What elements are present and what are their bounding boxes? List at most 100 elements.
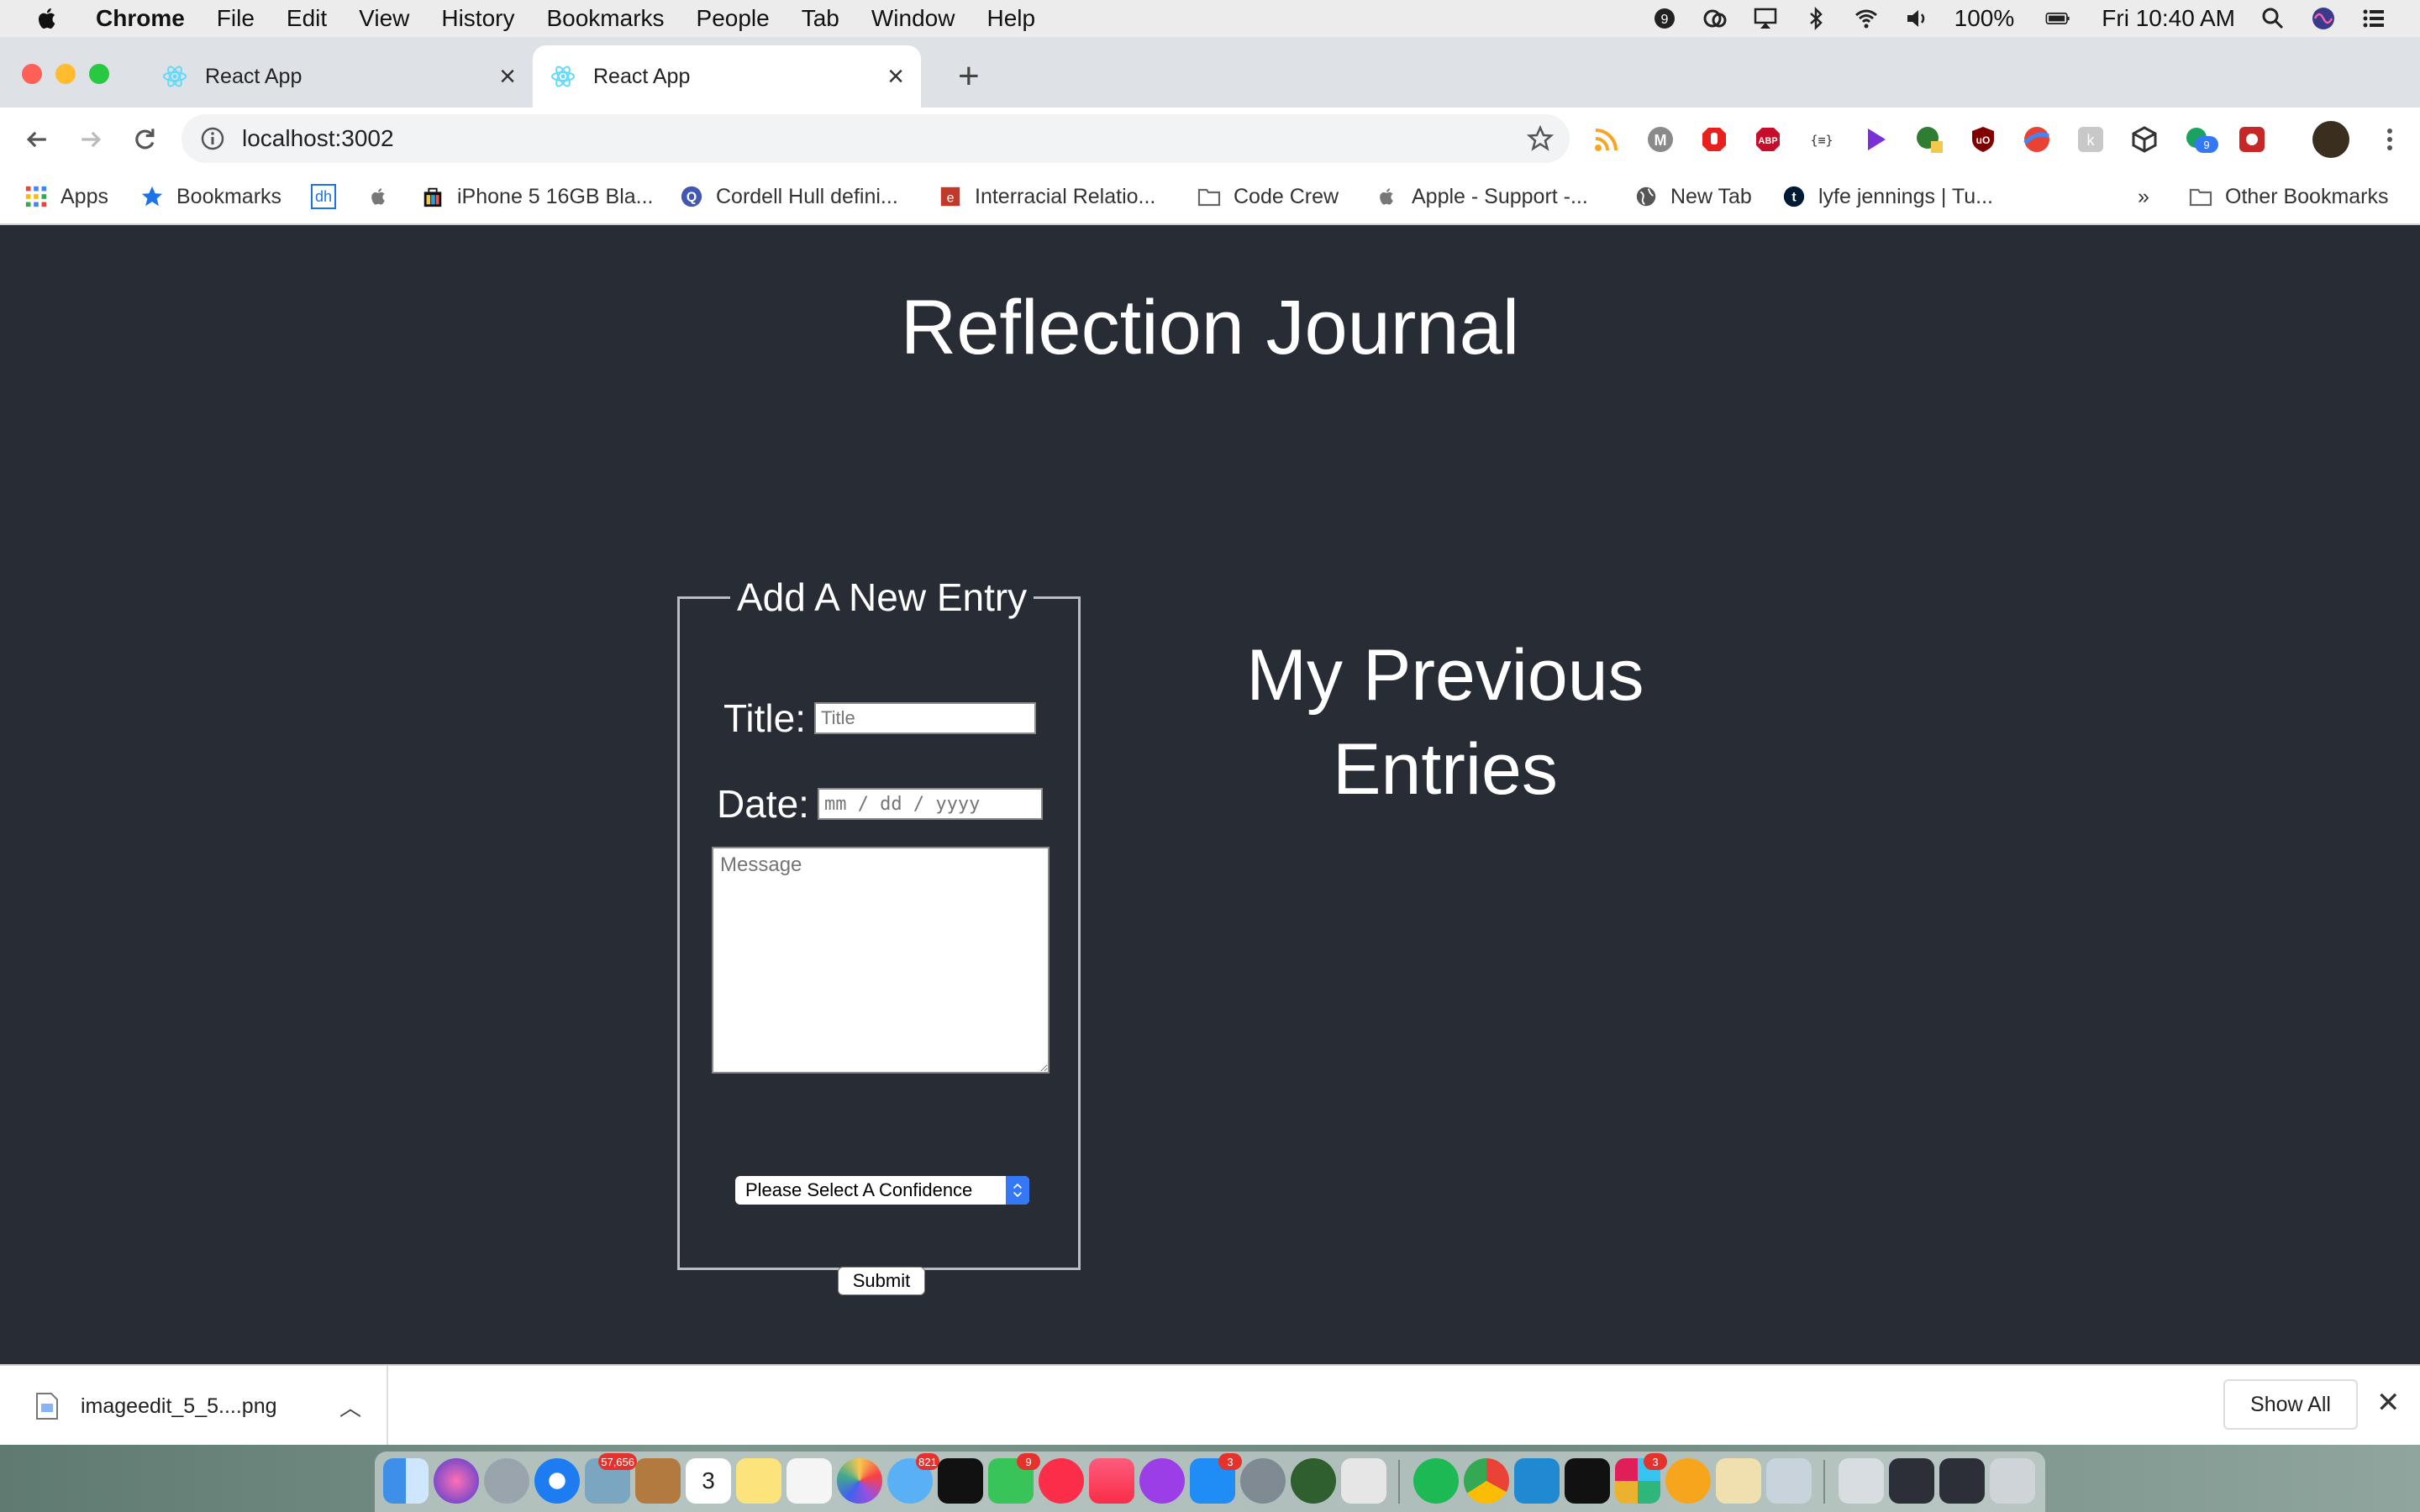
bookmark-star-icon[interactable] [1526, 124, 1555, 153]
menu-bookmarks[interactable]: Bookmarks [546, 5, 664, 32]
chrome-menu-icon[interactable] [2375, 124, 2405, 155]
bookmark-new-tab[interactable]: New Tab [1634, 181, 1752, 212]
close-icon[interactable]: ✕ [2376, 1386, 2401, 1420]
window-zoom-button[interactable] [89, 64, 109, 84]
ublock-extension-icon[interactable]: uO [1968, 124, 1998, 155]
play-extension-icon[interactable] [1860, 124, 1891, 155]
bookmark-cordell-hull[interactable]: Q Cordell Hull defini... [679, 181, 898, 212]
menu-people[interactable]: People [697, 5, 770, 32]
spotify-icon[interactable] [1413, 1458, 1459, 1504]
bookmarks-overflow-button[interactable]: » [2138, 181, 2149, 212]
new-tab-icon[interactable]: + [958, 55, 980, 97]
download-item[interactable]: imageedit_5_5....png ︿ [0, 1366, 388, 1446]
date-input[interactable] [817, 788, 1043, 820]
window-minimize-button[interactable] [55, 64, 76, 84]
tab-close-icon[interactable]: × [887, 60, 904, 93]
back-icon[interactable] [20, 123, 54, 156]
volume-icon[interactable] [1904, 6, 1929, 31]
photos-icon[interactable] [837, 1458, 882, 1504]
forward-icon[interactable] [74, 123, 108, 156]
bookmark-interracial[interactable]: e Interracial Relatio... [938, 181, 1155, 212]
podcasts-icon[interactable] [1139, 1458, 1185, 1504]
red-extension-icon[interactable] [2237, 124, 2267, 155]
bookmark-lyfe-jennings[interactable]: t lyfe jennings | Tu... [1781, 181, 1993, 212]
finder-icon[interactable] [383, 1458, 429, 1504]
reload-icon[interactable] [128, 123, 161, 156]
bookmark-other-bookmarks[interactable]: Other Bookmarks [2188, 181, 2389, 212]
slack-icon[interactable]: 3 [1615, 1453, 1667, 1504]
menu-file[interactable]: File [217, 5, 255, 32]
calendar-icon[interactable]: 3 [686, 1458, 731, 1504]
bookmark-apple-support[interactable]: Apple - Support -... [1375, 181, 1588, 212]
cube-extension-icon[interactable] [2129, 124, 2160, 155]
maps-icon[interactable] [1341, 1458, 1386, 1504]
bookmark-apple[interactable] [366, 181, 403, 212]
bookmark-dh[interactable]: dh [311, 181, 336, 212]
messages-icon[interactable]: 821 [887, 1453, 939, 1504]
notification-status-icon[interactable]: 9 [1652, 6, 1677, 31]
message-textarea[interactable] [712, 847, 1050, 1074]
menu-history[interactable]: History [441, 5, 514, 32]
chevron-up-icon[interactable]: ︿ [339, 1391, 361, 1422]
preview-icon[interactable] [1766, 1458, 1812, 1504]
tab-react-app-1[interactable]: React App × [145, 45, 533, 108]
siri-dock-icon[interactable] [434, 1458, 479, 1504]
bookmark-iphone[interactable]: iPhone 5 16GB Bla... [420, 181, 653, 212]
music-icon[interactable] [1089, 1458, 1134, 1504]
chrome-icon[interactable] [1464, 1458, 1509, 1504]
json-viewer-extension-icon[interactable]: {≡} [1807, 124, 1837, 155]
terminal-icon[interactable] [1565, 1458, 1610, 1504]
menubar-clock[interactable]: Fri 10:40 AM [2102, 5, 2235, 32]
menu-window[interactable]: Window [871, 5, 955, 32]
profile-avatar[interactable] [2312, 121, 2349, 158]
confidence-select[interactable]: Please Select A Confidence [735, 1176, 1029, 1205]
globe-app-icon[interactable] [1291, 1458, 1336, 1504]
wifi-icon[interactable] [1854, 6, 1879, 31]
submit-button[interactable]: Submit [838, 1267, 925, 1295]
siri-icon[interactable] [2311, 6, 2336, 31]
tab-react-app-2[interactable]: React App × [533, 45, 921, 108]
script-editor-icon[interactable] [1716, 1458, 1761, 1504]
battery-icon[interactable] [2039, 6, 2076, 31]
airplay-icon[interactable] [1753, 6, 1778, 31]
site-info-icon[interactable] [198, 124, 227, 153]
safari-icon[interactable] [534, 1458, 580, 1504]
bookmark-bookmarks[interactable]: Bookmarks [139, 181, 281, 212]
news-icon[interactable] [1039, 1458, 1084, 1504]
yellow-app-icon[interactable] [1665, 1458, 1711, 1504]
title-input[interactable] [813, 702, 1036, 734]
globe-extension-icon[interactable] [1914, 124, 1944, 155]
address-bar[interactable]: localhost:3002 [182, 114, 1570, 163]
menu-help[interactable]: Help [986, 5, 1035, 32]
menu-app-name[interactable]: Chrome [96, 5, 185, 32]
window-minimized-icon[interactable] [1939, 1458, 1985, 1504]
spotlight-search-icon[interactable] [2260, 6, 2286, 31]
reminders-icon[interactable] [786, 1458, 832, 1504]
mercury-extension-icon[interactable]: M [1645, 124, 1676, 155]
bookmark-code-crew[interactable]: Code Crew [1197, 181, 1339, 212]
window-minimized-icon[interactable] [1889, 1458, 1934, 1504]
grey-extension-icon[interactable]: k [2075, 124, 2106, 155]
adblock-hand-extension-icon[interactable] [1699, 124, 1729, 155]
bookmark-apps[interactable]: Apps [24, 181, 108, 212]
launchpad-icon[interactable] [484, 1458, 529, 1504]
photos-app-icon[interactable]: 57,656 [585, 1453, 637, 1504]
tab-close-icon[interactable]: × [499, 60, 516, 93]
vscode-icon[interactable] [1514, 1458, 1560, 1504]
trash-icon[interactable] [1990, 1458, 2035, 1504]
window-minimized-icon[interactable] [1839, 1458, 1884, 1504]
window-close-button[interactable] [22, 64, 42, 84]
abp-extension-icon[interactable]: ABP [1753, 124, 1783, 155]
creative-cloud-icon[interactable] [1702, 6, 1728, 31]
grammar-extension-icon[interactable]: 9 [2183, 124, 2218, 155]
notes-icon[interactable] [736, 1458, 781, 1504]
bluetooth-icon[interactable] [1803, 6, 1828, 31]
apple-menu-icon[interactable] [34, 4, 62, 33]
app-store-icon[interactable]: 3 [1190, 1453, 1242, 1504]
colorful-extension-icon[interactable] [2022, 124, 2052, 155]
menu-edit[interactable]: Edit [287, 5, 327, 32]
menu-view[interactable]: View [359, 5, 409, 32]
system-preferences-icon[interactable] [1240, 1458, 1286, 1504]
show-all-button[interactable]: Show All [2223, 1379, 2358, 1430]
facetime-icon[interactable]: 9 [988, 1453, 1040, 1504]
